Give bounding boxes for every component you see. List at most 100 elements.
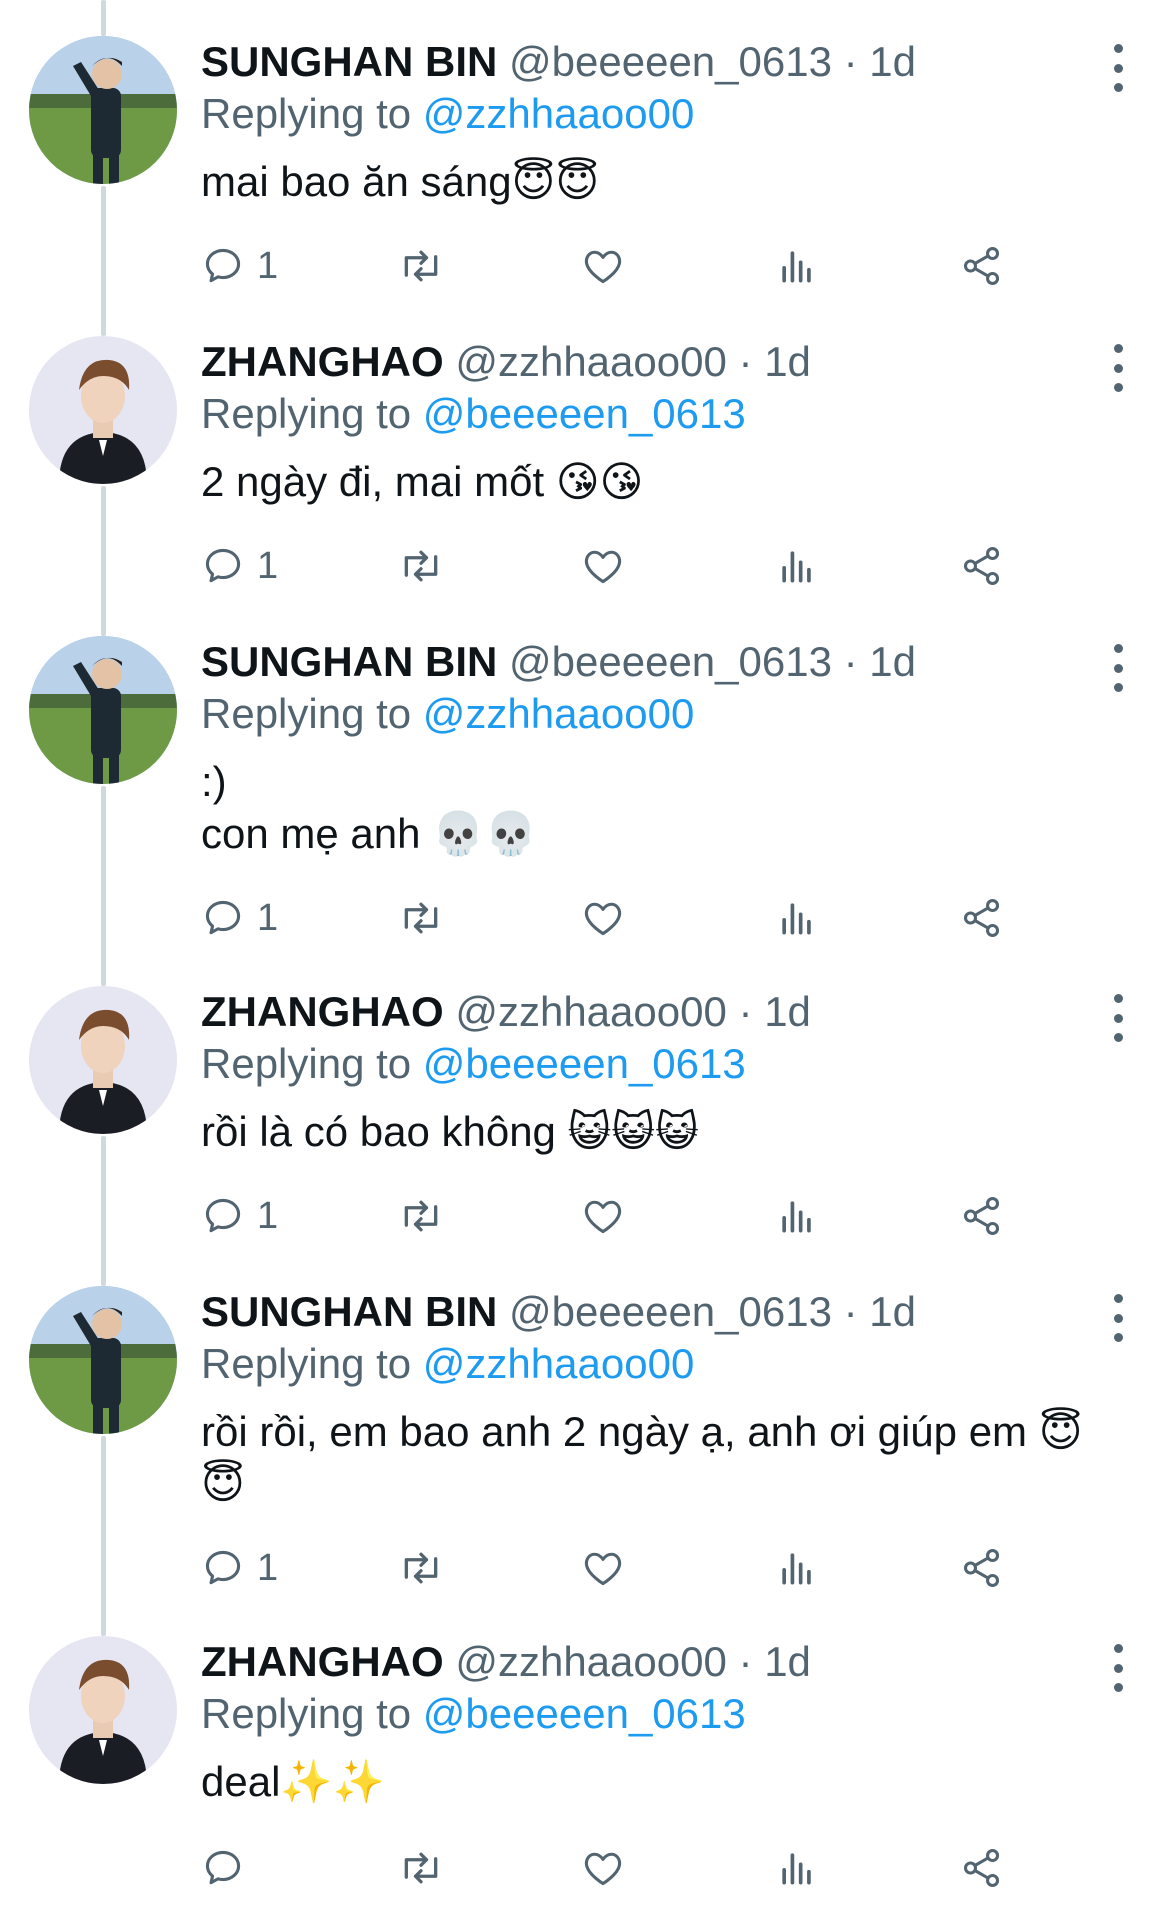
retweet-button[interactable] [397,240,445,292]
avatar[interactable] [29,1636,177,1784]
reply-button[interactable]: 1 [201,240,278,292]
retweet-icon [404,1552,438,1584]
retweet-icon [404,902,438,934]
retweet-button[interactable] [397,540,445,592]
zhanghao-avatar-image [29,336,177,484]
analytics-button[interactable] [775,1842,819,1894]
tweet-header: ZHANGHAO @zzhhaaoo00 · 1d [201,1636,1116,1688]
replying-to: Replying to @beeeeen_0613 [201,1038,1116,1090]
display-name[interactable]: ZHANGHAO [201,988,444,1035]
display-name[interactable]: SUNGHAN BIN [201,1288,497,1335]
reply-button[interactable]: 1 [201,540,278,592]
user-handle[interactable]: @beeeeen_0613 [509,1288,832,1335]
share-button[interactable] [959,1190,1005,1242]
tweet-text-line: con mẹ anh 💀💀 [201,810,537,857]
share-icon [963,1197,1000,1235]
analytics-icon [782,1853,811,1885]
like-button[interactable] [581,1542,625,1594]
like-button[interactable] [581,1190,625,1242]
replying-to-mention[interactable]: @zzhhaaoo00 [423,1340,695,1387]
display-name[interactable]: SUNGHAN BIN [201,638,497,685]
replying-to: Replying to @beeeeen_0613 [201,388,1116,440]
separator-dot: · [843,638,858,685]
replying-to-mention[interactable]: @beeeeen_0613 [423,390,746,437]
replying-to-mention[interactable]: @beeeeen_0613 [423,1040,746,1087]
tweet-header: ZHANGHAO @zzhhaaoo00 · 1d [201,986,1116,1038]
retweet-button[interactable] [397,1842,445,1894]
tweet-content: ZHANGHAO @zzhhaaoo00 · 1d Replying to @b… [201,336,1116,508]
more-options-icon[interactable] [1098,1294,1138,1342]
replying-to-label: Replying to [201,90,412,137]
timestamp[interactable]: 1d [869,638,916,685]
avatar[interactable] [29,1286,177,1434]
separator-dot: · [738,338,753,385]
user-handle[interactable]: @zzhhaaoo00 [455,338,727,385]
reply-icon [205,248,241,283]
user-handle[interactable]: @beeeeen_0613 [509,38,832,85]
display-name[interactable]: ZHANGHAO [201,338,444,385]
reply-count: 1 [257,245,279,287]
timestamp[interactable]: 1d [764,988,811,1035]
like-button[interactable] [581,240,625,292]
share-button[interactable] [959,1842,1005,1894]
timestamp[interactable]: 1d [869,38,916,85]
reply-button[interactable]: 1 [201,892,278,944]
analytics-icon [782,1553,811,1585]
user-handle[interactable]: @beeeeen_0613 [509,638,832,685]
analytics-button[interactable] [775,240,819,292]
retweet-button[interactable] [397,1542,445,1594]
share-button[interactable] [959,240,1005,292]
reply-icon [205,548,241,583]
tweet-text: 2 ngày đi, mai mốt 😘😘 [201,456,1116,508]
analytics-button[interactable] [775,1542,819,1594]
like-button[interactable] [581,892,625,944]
thread-line [101,1436,106,1636]
retweet-button[interactable] [397,892,445,944]
replying-to-mention[interactable]: @zzhhaaoo00 [423,90,695,137]
reply-button[interactable]: 1 [201,1542,278,1594]
more-options-icon[interactable] [1098,44,1138,92]
replying-to-label: Replying to [201,1040,412,1087]
timestamp[interactable]: 1d [764,338,811,385]
tweet-content: SUNGHAN BIN @beeeeen_0613 · 1d Replying … [201,636,1116,860]
tweet-text: rồi là có bao không 😺😺😺 [201,1106,1116,1158]
share-icon [963,1549,1000,1587]
replying-to-label: Replying to [201,1340,412,1387]
share-button[interactable] [959,1542,1005,1594]
more-options-icon[interactable] [1098,344,1138,392]
like-button[interactable] [581,540,625,592]
reply-icon [205,1550,241,1585]
share-icon [963,1849,1000,1887]
replying-to-mention[interactable]: @beeeeen_0613 [423,1690,746,1737]
user-handle[interactable]: @zzhhaaoo00 [455,988,727,1035]
reply-button[interactable] [201,1842,257,1894]
retweet-button[interactable] [397,1190,445,1242]
timestamp[interactable]: 1d [764,1638,811,1685]
more-options-icon[interactable] [1098,644,1138,692]
like-button[interactable] [581,1842,625,1894]
tweet-content: SUNGHAN BIN @beeeeen_0613 · 1d Replying … [201,36,1116,208]
heart-icon [584,1552,622,1586]
analytics-button[interactable] [775,892,819,944]
user-handle[interactable]: @zzhhaaoo00 [455,1638,727,1685]
analytics-button[interactable] [775,1190,819,1242]
display-name[interactable]: ZHANGHAO [201,1638,444,1685]
share-button[interactable] [959,540,1005,592]
heart-icon [584,550,622,584]
timestamp[interactable]: 1d [869,1288,916,1335]
tweet-header: SUNGHAN BIN @beeeeen_0613 · 1d [201,636,1116,688]
share-button[interactable] [959,892,1005,944]
avatar[interactable] [29,636,177,784]
more-options-icon[interactable] [1098,994,1138,1042]
avatar[interactable] [29,336,177,484]
separator-dot: · [738,1638,753,1685]
more-options-icon[interactable] [1098,1644,1138,1692]
reply-button[interactable]: 1 [201,1190,278,1242]
display-name[interactable]: SUNGHAN BIN [201,38,497,85]
avatar[interactable] [29,36,177,184]
replying-to-mention[interactable]: @zzhhaaoo00 [423,690,695,737]
reply-count: 1 [257,1547,279,1589]
reply-count: 1 [257,1195,279,1237]
avatar[interactable] [29,986,177,1134]
analytics-button[interactable] [775,540,819,592]
